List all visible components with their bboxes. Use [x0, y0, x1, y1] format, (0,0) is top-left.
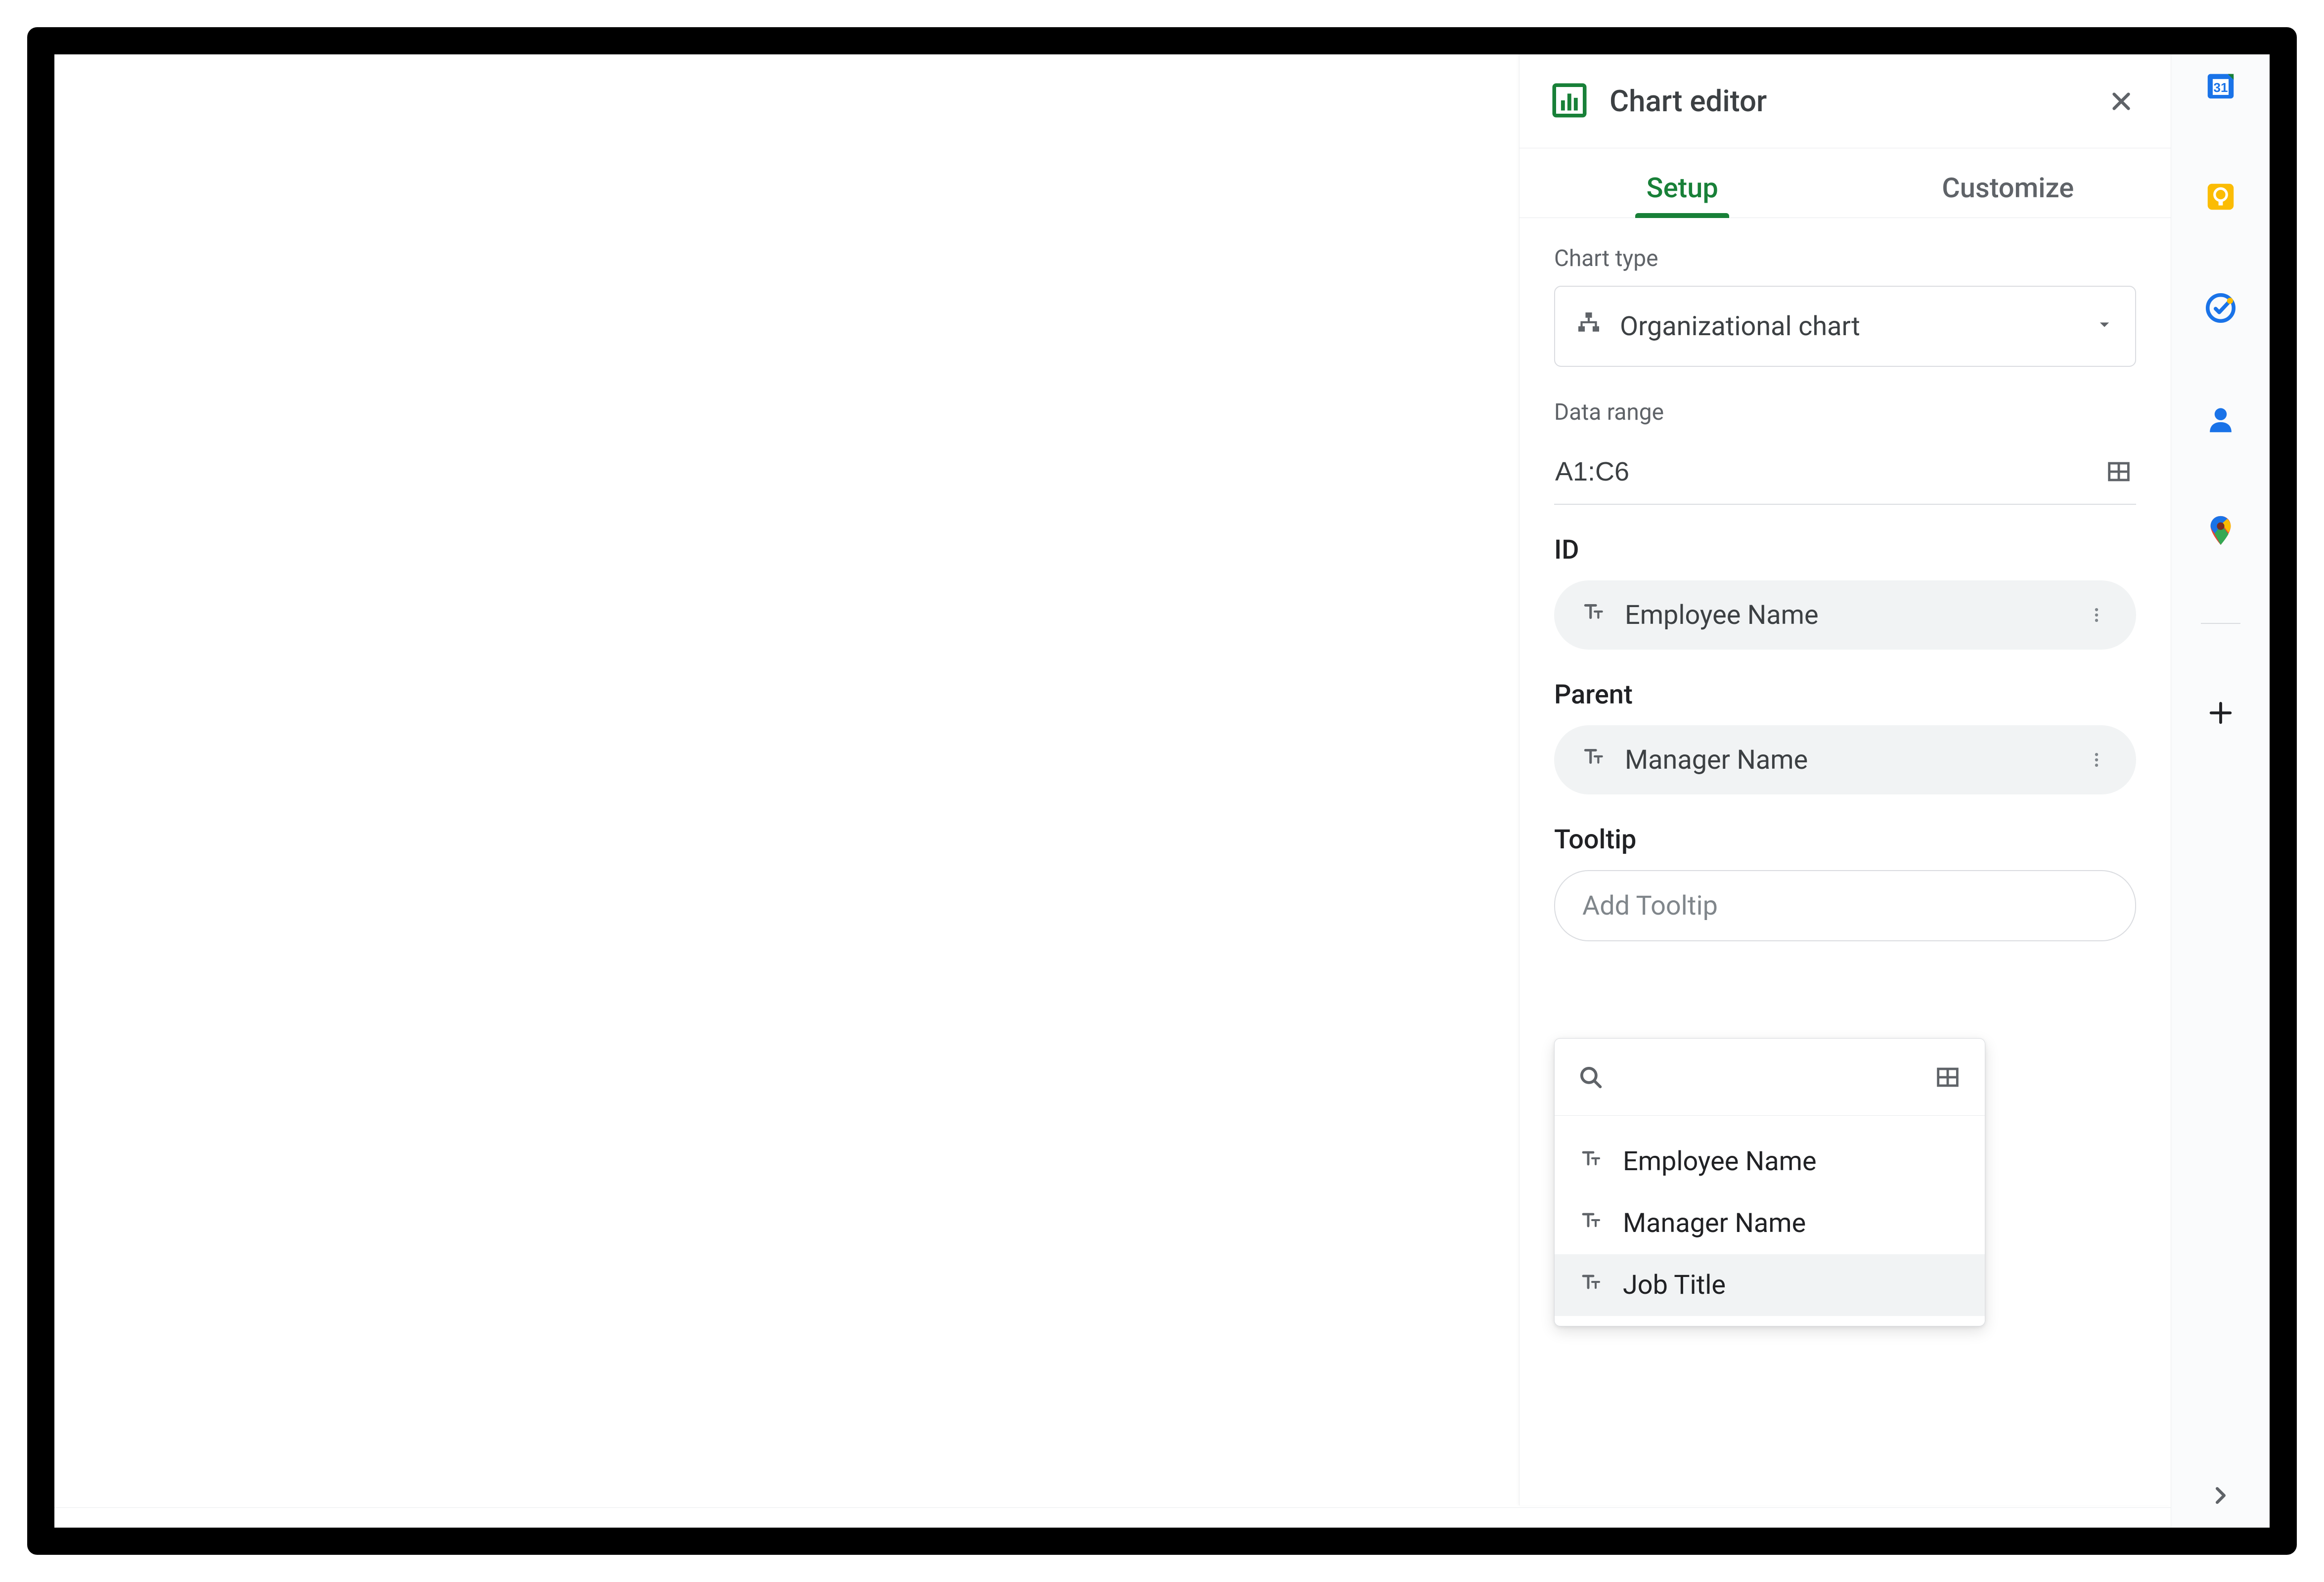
- dropdown-caret-icon: [2094, 311, 2115, 342]
- id-section-label: ID: [1554, 534, 2136, 566]
- dropdown-option-manager-name[interactable]: Manager Name: [1555, 1192, 1985, 1254]
- add-tooltip-button[interactable]: Add Tooltip: [1554, 870, 2136, 941]
- search-icon[interactable]: [1574, 1061, 1607, 1093]
- svg-text:31: 31: [2213, 80, 2228, 95]
- window-frame: 31: [27, 27, 2297, 1555]
- chart-editor-panel: Chart editor Setup Customize: [1519, 54, 2171, 1505]
- add-addon-button[interactable]: [2206, 698, 2235, 728]
- dropdown-option-label: Job Title: [1623, 1270, 1726, 1301]
- side-panel-rail: 31: [2171, 54, 2270, 1528]
- text-type-icon: [1579, 1146, 1603, 1177]
- editor-tabs: Setup Customize: [1520, 158, 2171, 218]
- data-range-label: Data range: [1554, 399, 2136, 426]
- tooltip-column-dropdown: Employee Name Manager Name: [1554, 1038, 1985, 1326]
- chart-icon: [1549, 80, 1590, 123]
- data-range-input[interactable]: [1554, 456, 2101, 487]
- contacts-icon[interactable]: [2202, 400, 2239, 438]
- chart-type-label: Chart type: [1554, 245, 2136, 272]
- dropdown-option-employee-name[interactable]: Employee Name: [1555, 1131, 1985, 1192]
- calendar-icon[interactable]: 31: [2202, 67, 2239, 104]
- editor-setup-body: Chart type Organizational chart: [1520, 218, 2171, 941]
- close-button[interactable]: [2099, 79, 2144, 124]
- text-type-icon: [1579, 1208, 1603, 1239]
- bottom-divider: [54, 1507, 2171, 1508]
- chart-type-select[interactable]: Organizational chart: [1554, 286, 2136, 367]
- dropdown-search-row: [1555, 1039, 1985, 1116]
- org-chart-icon: [1575, 309, 1603, 344]
- text-type-icon: [1581, 744, 1606, 776]
- window-content: 31: [54, 54, 2270, 1528]
- id-column-value: Employee Name: [1625, 600, 2082, 631]
- dropdown-option-label: Employee Name: [1623, 1146, 1817, 1177]
- tab-customize-label: Customize: [1942, 172, 2074, 204]
- tooltip-section-label: Tooltip: [1554, 824, 2136, 855]
- text-type-icon: [1581, 599, 1606, 631]
- select-range-button[interactable]: [2101, 454, 2136, 489]
- text-type-icon: [1579, 1270, 1603, 1301]
- parent-column-chip[interactable]: Manager Name: [1554, 725, 2136, 794]
- panel-title: Chart editor: [1609, 84, 2099, 119]
- data-range-field: [1554, 439, 2136, 505]
- chart-editor-header: Chart editor: [1520, 54, 2171, 148]
- keep-icon[interactable]: [2202, 178, 2239, 215]
- tab-setup-label: Setup: [1647, 172, 1718, 204]
- dropdown-select-range-button[interactable]: [1930, 1060, 1965, 1095]
- dropdown-option-label: Manager Name: [1623, 1208, 1806, 1239]
- chart-type-value: Organizational chart: [1620, 311, 2094, 342]
- id-column-chip[interactable]: Employee Name: [1554, 580, 2136, 650]
- tab-customize[interactable]: Customize: [1845, 158, 2171, 218]
- rail-divider: [2201, 623, 2240, 624]
- id-column-more-button[interactable]: [2082, 600, 2111, 630]
- parent-column-more-button[interactable]: [2082, 745, 2111, 775]
- tab-setup[interactable]: Setup: [1520, 158, 1845, 218]
- parent-section-label: Parent: [1554, 679, 2136, 710]
- maps-icon[interactable]: [2202, 512, 2239, 549]
- dropdown-option-job-title[interactable]: Job Title: [1555, 1254, 1985, 1316]
- tasks-icon[interactable]: [2202, 289, 2239, 326]
- expand-side-panel-button[interactable]: [2203, 1478, 2238, 1513]
- parent-column-value: Manager Name: [1625, 745, 2082, 776]
- add-tooltip-placeholder: Add Tooltip: [1582, 890, 1718, 922]
